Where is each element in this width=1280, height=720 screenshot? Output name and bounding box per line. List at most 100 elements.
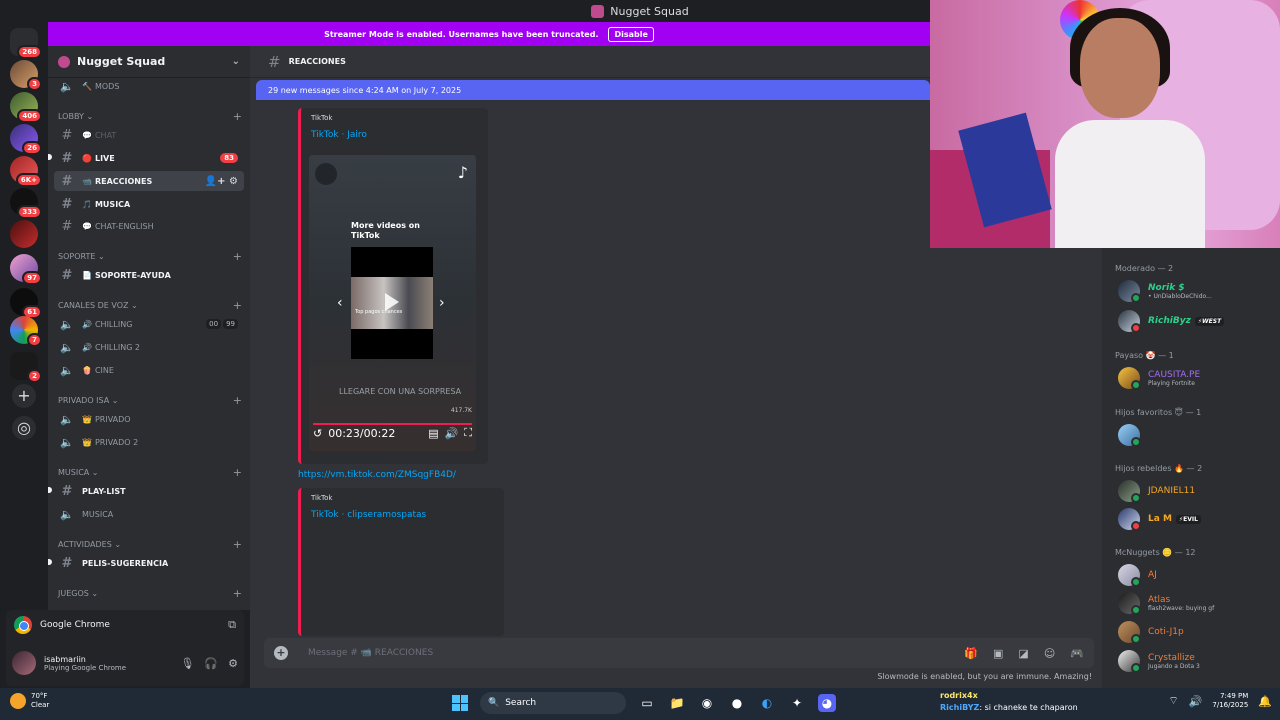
start-button-icon[interactable] [452, 695, 468, 711]
channel-mods[interactable]: 🔈 🔨 MODS [54, 76, 244, 96]
headphones-icon[interactable]: 🎧 [204, 657, 218, 670]
discover-compass-icon[interactable]: ◎ [12, 416, 36, 440]
task-view-icon[interactable]: ▭ [638, 694, 656, 712]
category-lobby[interactable]: LOBBY ⌄ + [58, 109, 242, 123]
app-icon[interactable]: ● [728, 694, 746, 712]
captions-icon[interactable]: ▤ [428, 427, 438, 440]
server-icon[interactable]: 3 [10, 60, 42, 91]
channel-chat-english[interactable]: # 💬 CHAT-ENGLISH [54, 216, 244, 236]
member-item[interactable]: CAUSITA.PE Playing Fortnite [1118, 365, 1276, 391]
tiktok-link[interactable]: https://vm.tiktok.com/ZMSqgFB4D/ [298, 470, 456, 480]
add-attachment-icon[interactable]: + [274, 646, 288, 660]
hash-icon: # [268, 52, 281, 71]
weather-widget[interactable]: 70°F Clear [10, 692, 49, 710]
disable-streamer-mode-button[interactable]: Disable [608, 26, 654, 42]
notification-bell-icon[interactable]: 🔔 [1258, 695, 1272, 708]
member-item[interactable]: JDANIEL11 [1118, 478, 1276, 504]
channel-settings-icons[interactable]: 👤+ ⚙ [205, 176, 238, 187]
sticker-icon[interactable]: ◪ [1018, 647, 1028, 660]
fullscreen-icon[interactable]: ⛶ [464, 426, 472, 440]
volume-icon[interactable]: 🔊 [445, 427, 459, 440]
channel-reacciones[interactable]: # 📹 REACCIONES 👤+ ⚙ [54, 171, 244, 191]
emoji-icon[interactable]: ☺ [1044, 647, 1055, 660]
member-item[interactable]: Atlas flash2wave: buying gf [1118, 590, 1276, 616]
message-input[interactable]: Message # 📹 REACCIONES [308, 648, 433, 658]
category-canales-de-voz[interactable]: CANALES DE VOZ ⌄ + [58, 298, 242, 312]
tiktok-video-player[interactable]: ♪ More videos on TikTok Top pagos chance… [309, 155, 476, 451]
category-soporte[interactable]: SOPORTE ⌄ + [58, 249, 242, 263]
voice-musica[interactable]: 🔈 MUSICA [54, 504, 244, 524]
server-icon[interactable]: 2 [10, 352, 42, 383]
add-channel-icon[interactable]: + [233, 587, 242, 600]
server-icon[interactable]: 26 [10, 124, 42, 155]
microphone-icon[interactable]: 🎙 [180, 657, 194, 670]
file-explorer-icon[interactable]: 📁 [668, 694, 686, 712]
gear-icon[interactable]: ⚙ [228, 657, 238, 670]
app-icon[interactable]: ✦ [788, 694, 806, 712]
gif-icon[interactable]: ▣ [993, 647, 1003, 660]
channel-live[interactable]: # 🔴 LIVE 83 [54, 148, 244, 168]
video-thumbnail[interactable]: Top pagos chances [351, 247, 433, 359]
play-icon[interactable] [385, 293, 399, 311]
activity-panel[interactable]: Google Chrome ⧉ [6, 610, 244, 640]
member-item[interactable]: Crystallize Jugando a Dota 3 [1118, 648, 1276, 674]
voice-chilling-2[interactable]: 🔈 🔊 CHILLING 2 [54, 337, 244, 357]
volume-icon[interactable]: 🔊 [1189, 695, 1203, 708]
channel-pelis-sugerencia[interactable]: # PELIS-SUGERENCIA [54, 553, 244, 573]
voice-privado-2[interactable]: 🔈 👑 PRIVADO 2 [54, 432, 244, 452]
server-icon[interactable]: 7 [10, 316, 42, 347]
channel-musica[interactable]: # 🎵 MUSICA [54, 194, 244, 214]
home-discord-icon[interactable]: 268 [10, 28, 42, 59]
avatar[interactable] [12, 651, 36, 675]
category-privado-isa[interactable]: PRIVADO ISA ⌄ + [58, 393, 242, 407]
edge-icon[interactable]: ◐ [758, 694, 776, 712]
member-item[interactable]: AJ [1118, 562, 1276, 588]
category-musica[interactable]: MUSICA ⌄ + [58, 465, 242, 479]
embed-title-link[interactable]: TikTok · Jairo [311, 130, 367, 140]
discord-icon[interactable]: ◕ [818, 694, 836, 712]
channel-chat[interactable]: # 💬 CHAT [54, 125, 244, 145]
category-actividades[interactable]: ACTIVIDADES ⌄ + [58, 537, 242, 551]
server-icon[interactable]: 6K+ [10, 156, 42, 187]
category-juegos[interactable]: JUEGOS ⌄ + [58, 586, 242, 600]
add-channel-icon[interactable]: + [233, 538, 242, 551]
voice-chilling[interactable]: 🔈 🔊 CHILLING 00 99 [54, 314, 244, 334]
video-controls: ↺ 00:23/00:22 ▤ 🔊 ⛶ [309, 418, 476, 448]
clock[interactable]: 7:49 PM 7/16/2025 [1212, 692, 1248, 710]
member-item[interactable]: RichiByz ⚡WEST [1118, 308, 1276, 334]
activities-icon[interactable]: 🎮 [1070, 647, 1084, 660]
wifi-icon[interactable]: ⌔ [1168, 694, 1178, 708]
voice-cine[interactable]: 🔈 🍿 CINE [54, 360, 244, 380]
gift-icon[interactable]: 🎁 [964, 647, 978, 660]
embed-title-link[interactable]: TikTok · clipseramospatas [311, 510, 426, 520]
voice-privado[interactable]: 🔈 👑 PRIVADO [54, 409, 244, 429]
server-icon[interactable]: 61 [10, 288, 42, 319]
add-server-icon[interactable]: + [12, 384, 36, 408]
chevron-right-icon[interactable]: › [439, 295, 445, 311]
replay-icon[interactable]: ↺ [313, 427, 322, 440]
embed-provider: TikTok [311, 494, 333, 502]
server-icon-current[interactable]: 97 [10, 254, 42, 285]
add-channel-icon[interactable]: + [233, 110, 242, 123]
member-item[interactable]: Coti-J1p [1118, 619, 1276, 645]
member-item[interactable]: La M ⚡EVIL [1118, 506, 1276, 532]
member-list: Moderado — 2 Norik $ • UnDiabloDeChido...… [1102, 248, 1280, 688]
add-channel-icon[interactable]: + [233, 299, 242, 312]
server-icon[interactable]: 333 [10, 188, 42, 219]
server-icon[interactable]: 406 [10, 92, 42, 123]
add-channel-icon[interactable]: + [233, 250, 242, 263]
add-channel-icon[interactable]: + [233, 394, 242, 407]
channel-soporte-ayuda[interactable]: # 📄 SOPORTE-AYUDA [54, 265, 244, 285]
channel-play-list[interactable]: # PLAY-LIST [54, 481, 244, 501]
screen-share-icon[interactable]: ⧉ [228, 618, 236, 632]
chevron-left-icon[interactable]: ‹ [337, 295, 343, 311]
message-composer[interactable]: + Message # 📹 REACCIONES 🎁 ▣ ◪ ☺ 🎮 [264, 638, 1094, 668]
add-channel-icon[interactable]: + [233, 466, 242, 479]
member-item[interactable] [1118, 422, 1276, 448]
new-messages-bar[interactable]: 29 new messages since 4:24 AM on July 7,… [256, 80, 930, 100]
chrome-icon[interactable]: ◉ [698, 694, 716, 712]
server-header[interactable]: Nugget Squad ⌄ [48, 46, 250, 78]
server-icon[interactable] [10, 220, 38, 248]
taskbar-search[interactable]: 🔍 Search [480, 692, 626, 714]
member-item[interactable]: Norik $ • UnDiabloDeChido... [1118, 278, 1276, 304]
